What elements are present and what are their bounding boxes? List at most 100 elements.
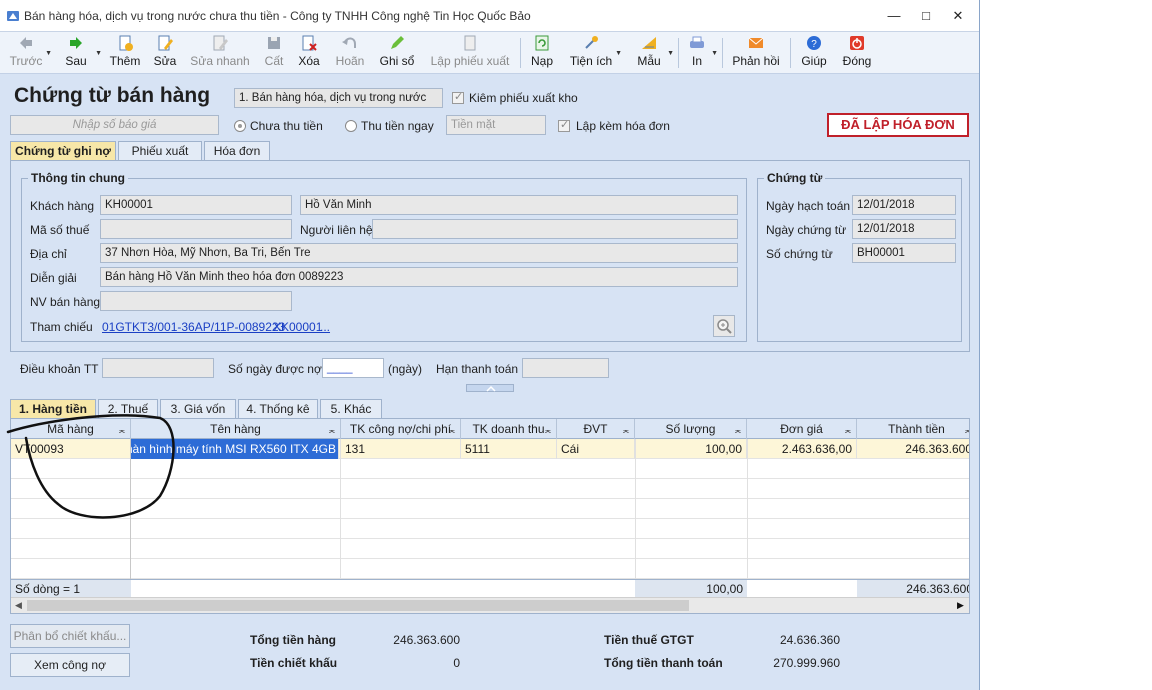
cell-unit[interactable]: Cái [557, 439, 635, 459]
quick-edit-icon [213, 35, 228, 51]
new-document-icon [119, 35, 133, 51]
scroll-right-icon[interactable]: ▶ [957, 600, 964, 611]
refresh-icon [535, 35, 549, 51]
contact-input[interactable] [372, 219, 738, 239]
printer-icon [690, 36, 704, 48]
discount-allocation-button[interactable]: Phân bổ chiết khấu... [10, 624, 130, 648]
address-label: Địa chỉ [30, 247, 67, 261]
power-icon [850, 36, 864, 50]
reference-more-link[interactable]: ... [320, 320, 330, 334]
envelope-icon [748, 37, 764, 48]
save-button[interactable]: Cất [262, 34, 286, 72]
tab-other[interactable]: 5. Khác [320, 399, 382, 419]
cell-revenue-account[interactable]: 5111 [461, 439, 557, 459]
tab-debit-voucher[interactable]: Chứng từ ghi nợ [10, 141, 116, 162]
table-row[interactable] [11, 539, 969, 559]
add-button[interactable]: Thêm [108, 34, 142, 72]
zoom-in-icon [717, 319, 732, 334]
payment-terms-input[interactable] [102, 358, 214, 378]
quote-number-input[interactable]: Nhập số báo giá [10, 115, 219, 135]
invoice-checkbox[interactable] [558, 118, 570, 132]
due-date-input[interactable] [522, 358, 609, 378]
create-export-button[interactable]: Lập phiếu xuất [428, 34, 512, 72]
minimize-button[interactable]: — [880, 6, 908, 26]
tax-code-input[interactable] [100, 219, 292, 239]
pin-icon[interactable]: ᆽ [448, 419, 456, 439]
pin-icon[interactable]: ᆽ [328, 419, 336, 439]
voucher-type-select[interactable]: 1. Bán hàng hóa, dịch vụ trong nước [234, 88, 443, 108]
posting-date-input[interactable]: 12/01/2018 [852, 195, 956, 215]
toolbar: Trước ▼ Sau ▼ Thêm Sửa Sửa nhanh Cất Xóa [0, 32, 979, 74]
pin-icon[interactable]: ᆽ [622, 419, 630, 439]
customer-code-input[interactable]: KH00001 [100, 195, 292, 215]
pin-icon[interactable]: ᆽ [844, 419, 852, 439]
load-button[interactable]: Nạp [528, 34, 556, 72]
scroll-left-icon[interactable]: ◀ [15, 600, 22, 611]
tab-export-slip[interactable]: Phiếu xuất [118, 141, 202, 161]
col-header-quantity[interactable]: Số lượng ᆽ [635, 419, 747, 439]
scrollbar-thumb[interactable] [27, 600, 689, 611]
feedback-button[interactable]: Phản hồi [730, 34, 782, 72]
col-header-amount[interactable]: Thành tiềnᆽ [857, 419, 969, 439]
voucher-tabs: Chứng từ ghi nợ Phiếu xuất Hóa đơn [10, 141, 310, 162]
cell-debit-account[interactable]: 131 [341, 439, 461, 459]
voucher-number-input[interactable]: BH00001 [852, 243, 956, 263]
tab-statistics[interactable]: 4. Thống kê [238, 399, 318, 419]
table-row[interactable] [11, 559, 969, 579]
voucher-date-input[interactable]: 12/01/2018 [852, 219, 956, 239]
maximize-button[interactable]: □ [912, 6, 940, 26]
prev-button[interactable]: Trước ▼ [8, 34, 52, 72]
utilities-button[interactable]: Tiện ích ▼ [568, 34, 622, 72]
tab-invoice[interactable]: Hóa đơn [204, 141, 270, 161]
credit-days-stepper[interactable]: ____ [322, 358, 384, 378]
payment-method-select[interactable]: Tiền mặt [446, 115, 546, 135]
discount-amount-value: 0 [453, 656, 460, 670]
total-payment-label: Tổng tiền thanh toán [604, 656, 723, 670]
print-button[interactable]: In ▼ [684, 34, 718, 72]
horizontal-scrollbar[interactable]: ◀ ▶ [11, 597, 969, 613]
address-input[interactable]: 37 Nhơn Hòa, Mỹ Nhơn, Ba Tri, Bến Tre [100, 243, 738, 263]
unpaid-radio[interactable] [234, 120, 246, 132]
close-button[interactable]: Đóng [840, 34, 874, 72]
delete-document-icon [302, 35, 317, 51]
reference-invoice-link[interactable]: 01GTKT3/001-36AP/11P-0089223 [102, 320, 285, 334]
reference-search-button[interactable] [713, 315, 735, 337]
collapse-header-button[interactable] [466, 384, 514, 392]
pin-icon[interactable]: ᆽ [544, 419, 552, 439]
col-header-revenue-account[interactable]: TK doanh thu ᆽ [461, 419, 557, 439]
app-logo-icon [7, 11, 19, 21]
post-button[interactable]: Ghi sổ [378, 34, 416, 72]
general-info-group: Thông tin chung Khách hàng KH00001 Hồ Vă… [21, 171, 747, 342]
paid-now-radio[interactable] [345, 120, 357, 132]
pin-icon[interactable]: ᆽ [964, 419, 969, 439]
export-checkbox[interactable] [452, 90, 464, 104]
description-input[interactable]: Bán hàng Hồ Văn Minh theo hóa đơn 008922… [100, 267, 738, 287]
edit-button[interactable]: Sửa [152, 34, 178, 72]
customer-name-input[interactable]: Hồ Văn Minh [300, 195, 738, 215]
sales-staff-input[interactable] [100, 291, 292, 311]
col-header-unit[interactable]: ĐVT ᆽ [557, 419, 635, 439]
tools-icon [585, 36, 598, 49]
help-button[interactable]: ? Giúp [798, 34, 830, 72]
cell-amount[interactable]: 246.363.600 [857, 439, 969, 459]
template-button[interactable]: Mẫu ▼ [632, 34, 674, 72]
delete-button[interactable]: Xóa [296, 34, 322, 72]
export-document-icon [464, 35, 476, 51]
col-header-unit-price[interactable]: Đơn giá ᆽ [747, 419, 857, 439]
reference-export-link[interactable]: XK00001 [273, 320, 322, 334]
cell-quantity[interactable]: 100,00 [635, 439, 747, 459]
total-goods-value: 246.363.600 [393, 633, 460, 647]
pin-icon[interactable]: ᆽ [734, 419, 742, 439]
col-header-debit-account[interactable]: TK công nợ/chi phí ᆽ [341, 419, 461, 439]
next-button[interactable]: Sau ▼ [58, 34, 102, 72]
quick-edit-button[interactable]: Sửa nhanh [190, 34, 250, 72]
cell-unit-price[interactable]: 2.463.636,00 [747, 439, 857, 459]
chevron-up-icon [486, 385, 496, 392]
vat-amount-label: Tiền thuế GTGT [604, 633, 694, 647]
view-debt-button[interactable]: Xem công nợ [10, 653, 130, 677]
payment-terms-label: Điều khoản TT [20, 362, 99, 376]
undo-button[interactable]: Hoãn [334, 34, 366, 72]
close-window-button[interactable]: ✕ [944, 6, 972, 26]
customer-label: Khách hàng [30, 199, 95, 213]
toolbar-separator [790, 38, 791, 68]
